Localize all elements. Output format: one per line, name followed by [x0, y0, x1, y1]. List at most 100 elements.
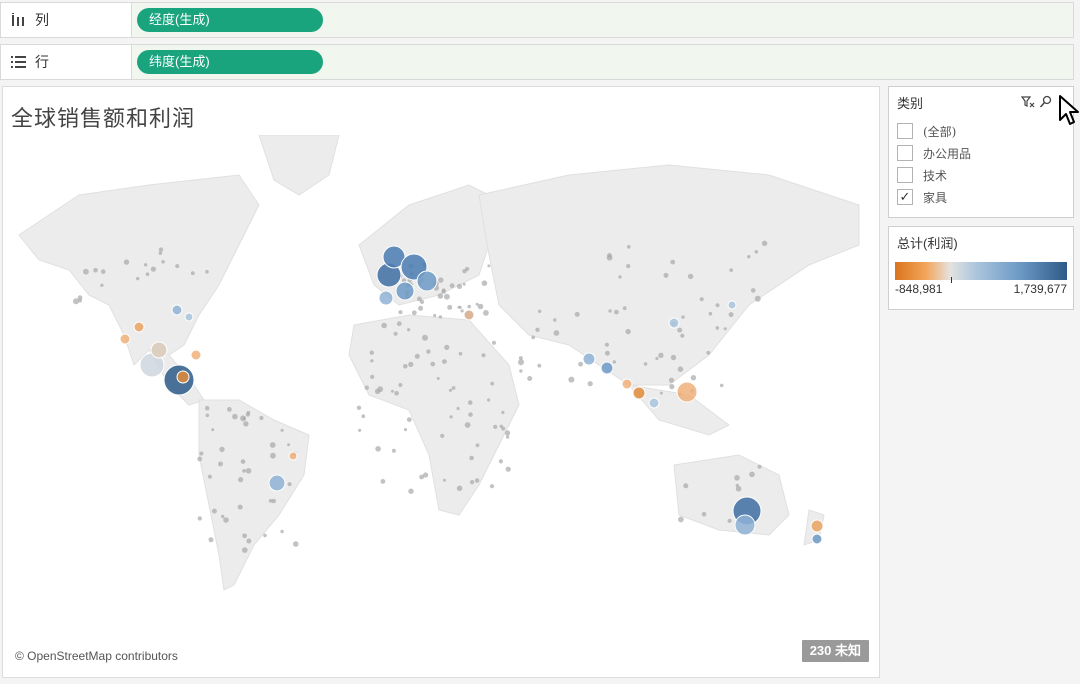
profit-color-ramp — [895, 262, 1067, 283]
neutral-mark — [469, 455, 474, 461]
neutral-mark — [465, 266, 470, 272]
neutral-mark — [491, 340, 497, 345]
neutral-mark — [407, 328, 411, 332]
neutral-mark — [475, 302, 479, 306]
neutral-mark — [677, 327, 683, 333]
neutral-mark — [287, 443, 291, 447]
neutral-mark — [683, 483, 689, 489]
neutral-mark — [419, 474, 424, 480]
legend-title: 总计(利润) — [897, 236, 958, 251]
neutral-mark — [715, 303, 720, 308]
neutral-mark — [268, 499, 273, 503]
filter-item-technology-label: 技术 — [923, 168, 948, 183]
neutral-mark — [553, 330, 560, 336]
neutral-mark — [612, 360, 616, 364]
filter-item-technology[interactable]: 技术 — [897, 164, 1073, 186]
neutral-mark — [449, 415, 453, 419]
neutral-mark — [245, 468, 252, 474]
neutral-mark — [723, 327, 727, 331]
columns-drop-zone[interactable]: 经度(生成) — [132, 3, 1073, 37]
neutral-mark — [211, 508, 217, 514]
neutral-mark — [293, 541, 299, 547]
neutral-mark — [377, 386, 384, 393]
rows-drop-zone[interactable]: 纬度(生成) — [132, 45, 1073, 79]
neutral-mark — [207, 474, 212, 479]
neutral-mark — [754, 250, 759, 254]
neutral-mark — [259, 415, 264, 421]
search-icon[interactable] — [1039, 95, 1053, 109]
neutral-mark — [369, 350, 374, 355]
filter-checkbox-office-supplies[interactable] — [897, 145, 913, 161]
neutral-mark — [136, 276, 140, 281]
neutral-mark — [663, 272, 669, 278]
neutral-mark — [287, 482, 292, 487]
neutral-mark — [505, 435, 510, 439]
mark-germany-2 — [416, 270, 438, 292]
filter-item-all[interactable]: (全部) — [897, 120, 1073, 142]
neutral-mark — [150, 266, 156, 272]
mark-italy — [395, 281, 415, 301]
mark-usa-5 — [190, 349, 202, 361]
filter-checkbox-technology[interactable] — [897, 167, 913, 183]
neutral-mark — [223, 517, 229, 523]
map-view: 全球销售额和利润 © OpenStreetMap contributors 23… — [2, 86, 880, 678]
neutral-mark — [490, 381, 495, 386]
neutral-mark — [458, 351, 463, 356]
neutral-mark — [481, 353, 486, 358]
neutral-mark — [625, 328, 631, 335]
asia-landmass — [478, 164, 860, 386]
mark-turkey — [463, 309, 475, 321]
neutral-mark — [437, 293, 444, 299]
mark-japan — [727, 300, 737, 310]
filter-item-office-supplies[interactable]: 办公用品 — [897, 142, 1073, 164]
neutral-mark — [448, 388, 453, 392]
category-filter-card: 类别 (全部) 办公用品 技术 ✓ 家具 — [888, 86, 1074, 218]
neutral-mark — [398, 310, 403, 315]
neutral-mark — [406, 417, 412, 422]
neutral-mark — [242, 533, 248, 539]
neutral-mark — [73, 298, 79, 305]
clear-filter-icon[interactable] — [1021, 95, 1035, 109]
filter-item-furniture[interactable]: ✓ 家具 — [897, 186, 1073, 208]
neutral-mark — [498, 459, 503, 464]
neutral-mark — [627, 245, 631, 249]
filter-checkbox-all[interactable] — [897, 123, 913, 139]
neutral-mark — [161, 260, 165, 264]
neutral-mark — [678, 516, 684, 523]
columns-shelf-label: 列 — [1, 3, 132, 37]
neutral-mark — [394, 391, 399, 396]
neutral-mark — [158, 251, 163, 255]
neutral-mark — [489, 484, 495, 489]
neutral-mark — [474, 478, 480, 483]
world-map[interactable] — [9, 135, 875, 671]
neutral-mark — [456, 485, 463, 492]
mouse-cursor-icon — [1059, 95, 1079, 125]
neutral-mark — [370, 359, 374, 363]
neutral-mark — [364, 385, 369, 390]
longitude-pill[interactable]: 经度(生成) — [137, 8, 323, 32]
neutral-mark — [535, 327, 540, 332]
mark-philippines — [676, 381, 698, 403]
columns-shelf: 列 经度(生成) — [0, 2, 1074, 38]
latitude-pill[interactable]: 纬度(生成) — [137, 50, 323, 74]
neutral-mark — [398, 383, 403, 387]
neutral-mark — [208, 537, 214, 543]
neutral-mark — [190, 271, 195, 276]
neutral-mark — [553, 318, 557, 322]
neutral-mark — [749, 471, 755, 478]
neutral-mark — [356, 405, 362, 410]
neutral-mark — [527, 376, 533, 381]
unknown-locations-badge[interactable]: 230 未知 — [801, 640, 869, 662]
neutral-mark — [270, 452, 276, 459]
neutral-mark — [240, 459, 246, 464]
neutral-mark — [438, 277, 444, 283]
neutral-mark — [643, 362, 648, 366]
neutral-mark — [487, 264, 491, 268]
legend-zero-tick — [951, 277, 952, 283]
neutral-mark — [370, 374, 375, 379]
filter-checkbox-furniture[interactable]: ✓ — [897, 189, 913, 205]
neutral-mark — [604, 350, 610, 356]
mark-india-2 — [600, 361, 614, 375]
neutral-mark — [587, 381, 593, 387]
neutral-mark — [668, 377, 675, 383]
